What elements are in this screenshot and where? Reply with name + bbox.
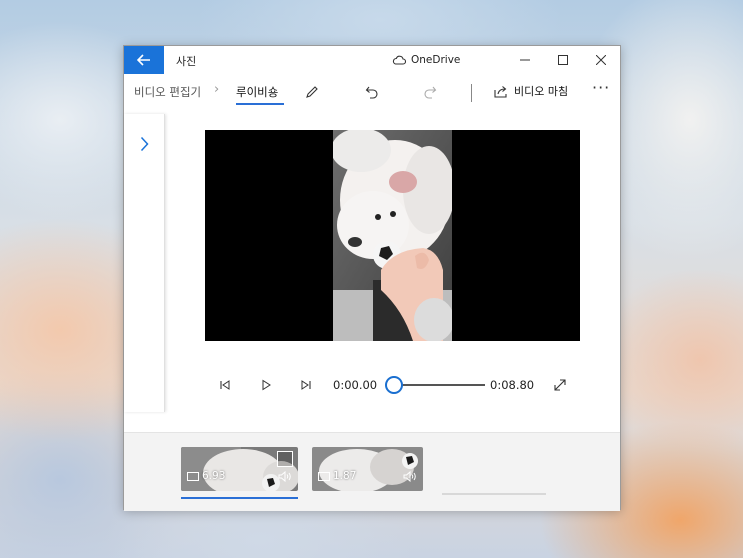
storyboard-clip[interactable]: 1.87: [312, 447, 423, 491]
chevron-right-icon: [140, 136, 149, 152]
redo-icon: [424, 86, 437, 99]
breadcrumb-project-name: 루이비숑: [236, 85, 279, 99]
speaker-icon: [403, 467, 417, 486]
fullscreen-button[interactable]: [552, 377, 568, 393]
photos-app-window: 사진 OneDrive 비디오 편집기 › 루이비숑 비디오 마침 ··· 0:…: [123, 45, 621, 511]
expand-icon: [554, 379, 566, 391]
selected-clip-indicator: [181, 497, 298, 499]
next-frame-button[interactable]: [298, 377, 314, 393]
maximize-button[interactable]: [544, 46, 582, 74]
speaker-icon: [278, 467, 292, 486]
step-back-icon: [220, 380, 230, 390]
image-icon: [318, 471, 330, 481]
close-icon: [596, 55, 606, 65]
cloud-icon: [392, 55, 406, 65]
clip-duration-label: 1.87: [333, 470, 357, 482]
clip-duration: 1.87: [318, 470, 356, 482]
chevron-right-icon: ›: [214, 82, 220, 97]
onedrive-status[interactable]: OneDrive: [392, 54, 460, 66]
current-time: 0:00.00: [333, 378, 378, 392]
expand-panel-button[interactable]: [140, 136, 149, 156]
title-bar: 사진 OneDrive: [124, 46, 620, 74]
app-title: 사진: [176, 55, 197, 68]
play-icon: [262, 379, 271, 391]
share-icon: [494, 85, 507, 98]
image-icon: [187, 471, 199, 481]
rename-button[interactable]: [302, 82, 322, 102]
project-library-panel: [124, 114, 165, 412]
previous-frame-button[interactable]: [217, 377, 233, 393]
video-frame-dog: [333, 130, 452, 341]
total-time: 0:08.80: [490, 378, 535, 392]
undo-button[interactable]: [362, 82, 382, 102]
arrow-left-icon: [137, 54, 150, 66]
minimize-icon: [520, 59, 530, 61]
breadcrumb-video-editor[interactable]: 비디오 편집기: [134, 84, 201, 100]
step-forward-icon: [301, 380, 311, 390]
storyboard-scrollbar[interactable]: [442, 493, 546, 495]
seek-bar[interactable]: [397, 384, 485, 386]
close-button[interactable]: [582, 46, 620, 74]
clip-options-icon[interactable]: [277, 451, 293, 467]
pencil-icon: [306, 86, 318, 98]
play-button[interactable]: [258, 377, 274, 393]
maximize-icon: [558, 55, 568, 65]
playback-controls: 0:00.00 0:08.80: [124, 374, 620, 396]
clip-duration: 6.93: [187, 470, 225, 482]
redo-button[interactable]: [420, 82, 440, 102]
back-button[interactable]: [124, 46, 164, 74]
undo-icon: [365, 86, 378, 99]
seek-thumb[interactable]: [385, 376, 403, 394]
toolbar-divider: [471, 84, 472, 102]
storyboard-clip[interactable]: 6.93: [181, 447, 298, 491]
clip-duration-label: 6.93: [202, 470, 226, 482]
onedrive-label: OneDrive: [411, 54, 461, 66]
minimize-button[interactable]: [506, 46, 544, 74]
breadcrumb-underline: [236, 103, 284, 105]
finish-video-label: 비디오 마침: [514, 85, 569, 98]
editor-toolbar: 비디오 편집기 › 루이비숑 비디오 마침 ···: [124, 74, 620, 110]
storyboard: 6.93 1.87: [124, 432, 620, 511]
video-preview[interactable]: [205, 130, 580, 341]
more-options-button[interactable]: ···: [592, 78, 610, 97]
finish-video-button[interactable]: 비디오 마침: [494, 83, 568, 99]
